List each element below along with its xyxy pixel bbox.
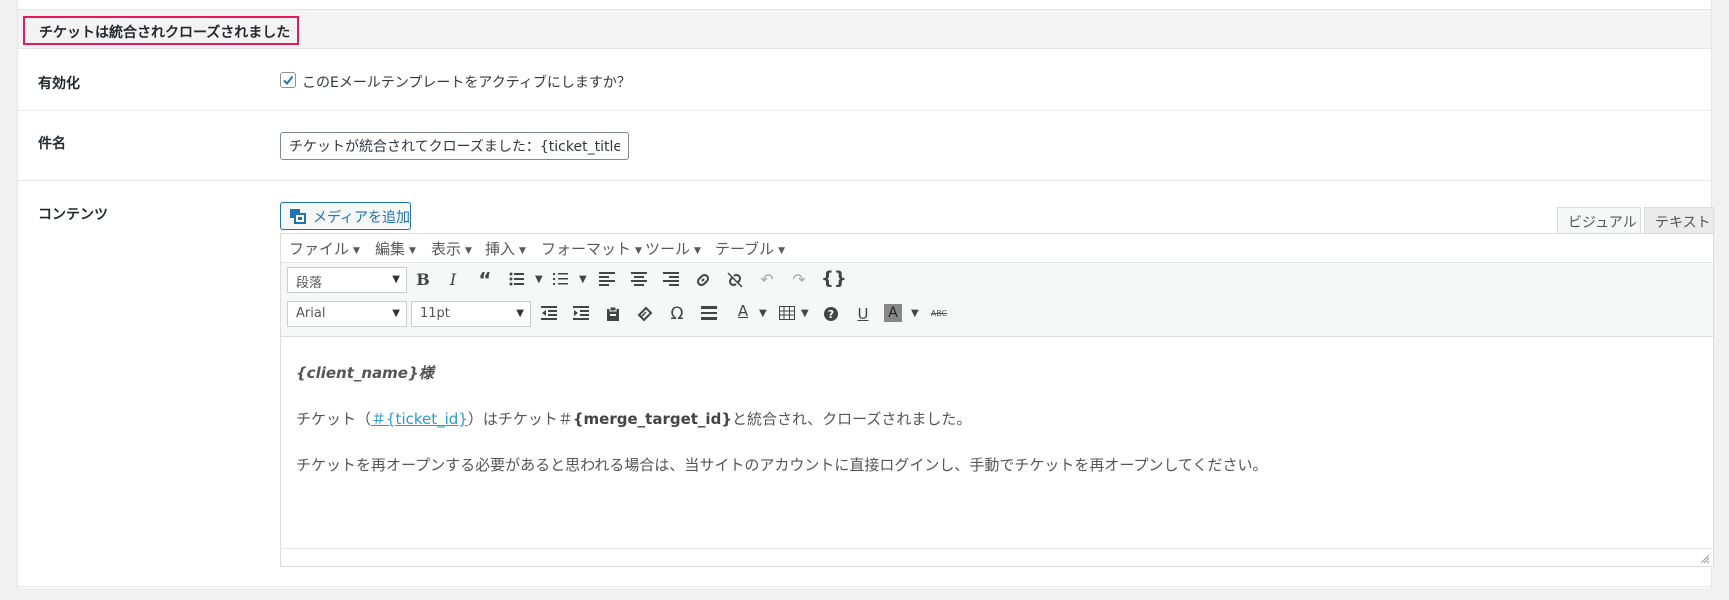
section-title: チケットは統合されクローズされました bbox=[23, 16, 299, 45]
help-icon[interactable]: ? bbox=[819, 302, 843, 326]
menu-format[interactable]: フォーマット ▼ bbox=[541, 238, 642, 259]
resize-grip-icon[interactable] bbox=[1700, 554, 1710, 564]
add-media-button[interactable]: メディアを追加 bbox=[280, 202, 411, 230]
enable-label: 有効化 bbox=[38, 76, 80, 92]
email-template-panel: チケットは統合されクローズされました 有効化 このEメールテンプレートをアクティ… bbox=[17, 0, 1714, 588]
add-media-label: メディアを追加 bbox=[313, 210, 411, 226]
editor-toolbar: 段落 ▼ B I “ ▼ ▼ ↶ ↷ {} Arial ▼ 11pt ▼ Ω A… bbox=[281, 262, 1713, 337]
enable-checkbox-label[interactable]: このEメールテンプレートをアクティブにしますか？ bbox=[302, 72, 631, 92]
subject-input[interactable] bbox=[280, 132, 629, 160]
align-center-icon[interactable] bbox=[627, 268, 651, 292]
unlink-icon[interactable] bbox=[723, 268, 747, 292]
horizontal-rule-icon[interactable] bbox=[697, 302, 721, 326]
menu-view[interactable]: 表示 ▼ bbox=[431, 238, 472, 259]
omega-icon[interactable]: Ω bbox=[665, 302, 689, 326]
caret-down-icon[interactable]: ▼ bbox=[801, 308, 809, 319]
underline-icon[interactable]: U bbox=[851, 302, 875, 326]
section-header: チケットは統合されクローズされました bbox=[18, 10, 1711, 49]
divider bbox=[18, 180, 1711, 181]
caret-down-icon: ▼ bbox=[392, 274, 400, 285]
editor-content[interactable]: {client_name}様 チケット（＃{ticket_id}）はチケット＃{… bbox=[281, 336, 1713, 548]
caret-down-icon: ▼ bbox=[465, 246, 472, 256]
tab-text[interactable]: テキスト bbox=[1644, 207, 1714, 234]
align-left-icon[interactable] bbox=[595, 268, 619, 292]
bold-icon[interactable]: B bbox=[411, 268, 435, 292]
bullet-list-icon[interactable] bbox=[505, 268, 529, 292]
format-select[interactable]: 段落 ▼ bbox=[287, 267, 407, 293]
caret-down-icon: ▼ bbox=[516, 308, 524, 319]
menu-table[interactable]: テーブル ▼ bbox=[715, 238, 785, 259]
rich-text-editor: ファイル ▼ 編集 ▼ 表示 ▼ 挿入 ▼ フォーマット ▼ ツール ▼ テーブル ▼ 段落 ▼… bbox=[280, 233, 1714, 567]
subject-label: 件名 bbox=[38, 136, 66, 152]
caret-down-icon: ▼ bbox=[635, 246, 642, 256]
reopen-instructions-line: チケットを再オープンする必要があると思われる場合は、当サイトのアカウントに直接ロ… bbox=[296, 456, 1268, 474]
strikethrough-icon[interactable]: ABC bbox=[927, 302, 951, 326]
font-family-select[interactable]: Arial ▼ bbox=[287, 301, 407, 327]
link-icon[interactable] bbox=[691, 268, 715, 292]
code-braces-icon[interactable]: {} bbox=[821, 267, 847, 291]
numbered-list-icon[interactable] bbox=[549, 268, 573, 292]
ticket-id-link[interactable]: ＃{ticket_id} bbox=[371, 410, 468, 428]
caret-down-icon: ▼ bbox=[694, 246, 701, 256]
paste-text-icon[interactable] bbox=[601, 302, 625, 326]
caret-down-icon[interactable]: ▼ bbox=[759, 308, 767, 319]
undo-icon[interactable]: ↶ bbox=[755, 268, 779, 292]
menu-insert[interactable]: 挿入 ▼ bbox=[485, 238, 526, 259]
caret-down-icon: ▼ bbox=[519, 246, 526, 256]
enable-checkbox[interactable] bbox=[280, 72, 296, 88]
caret-down-icon: ▼ bbox=[778, 246, 786, 256]
greeting-line: {client_name}様 bbox=[296, 364, 434, 382]
merge-notice-line: チケット（＃{ticket_id}）はチケット＃{merge_target_id… bbox=[296, 410, 972, 428]
indent-icon[interactable] bbox=[569, 302, 593, 326]
redo-icon[interactable]: ↷ bbox=[787, 268, 811, 292]
align-right-icon[interactable] bbox=[659, 268, 683, 292]
checkbox-check-icon bbox=[283, 75, 294, 86]
background-color-icon[interactable]: A bbox=[881, 302, 905, 326]
caret-down-icon[interactable]: ▼ bbox=[535, 274, 543, 285]
editor-menubar: ファイル ▼ 編集 ▼ 表示 ▼ 挿入 ▼ フォーマット ▼ ツール ▼ テーブル ▼ bbox=[281, 234, 1713, 262]
divider bbox=[18, 586, 1711, 587]
table-icon[interactable] bbox=[775, 302, 799, 326]
clear-format-icon[interactable] bbox=[633, 302, 657, 326]
blockquote-icon[interactable]: “ bbox=[473, 268, 497, 292]
svg-text:?: ? bbox=[828, 308, 834, 321]
caret-down-icon: ▼ bbox=[353, 246, 360, 256]
add-media-icon bbox=[290, 209, 306, 224]
editor-statusbar bbox=[281, 548, 1713, 566]
outdent-icon[interactable] bbox=[537, 302, 561, 326]
caret-down-icon[interactable]: ▼ bbox=[911, 308, 919, 319]
menu-edit[interactable]: 編集 ▼ bbox=[375, 238, 416, 259]
menu-tools[interactable]: ツール ▼ bbox=[645, 238, 701, 259]
divider bbox=[18, 110, 1711, 111]
menu-file[interactable]: ファイル ▼ bbox=[289, 238, 360, 259]
tab-visual[interactable]: ビジュアル bbox=[1557, 207, 1641, 234]
text-color-icon[interactable]: A bbox=[731, 302, 755, 326]
caret-down-icon[interactable]: ▼ bbox=[579, 274, 587, 285]
caret-down-icon: ▼ bbox=[409, 246, 416, 256]
italic-icon[interactable]: I bbox=[441, 268, 465, 292]
font-size-select[interactable]: 11pt ▼ bbox=[411, 301, 531, 327]
content-label: コンテンツ bbox=[38, 207, 108, 223]
caret-down-icon: ▼ bbox=[392, 308, 400, 319]
